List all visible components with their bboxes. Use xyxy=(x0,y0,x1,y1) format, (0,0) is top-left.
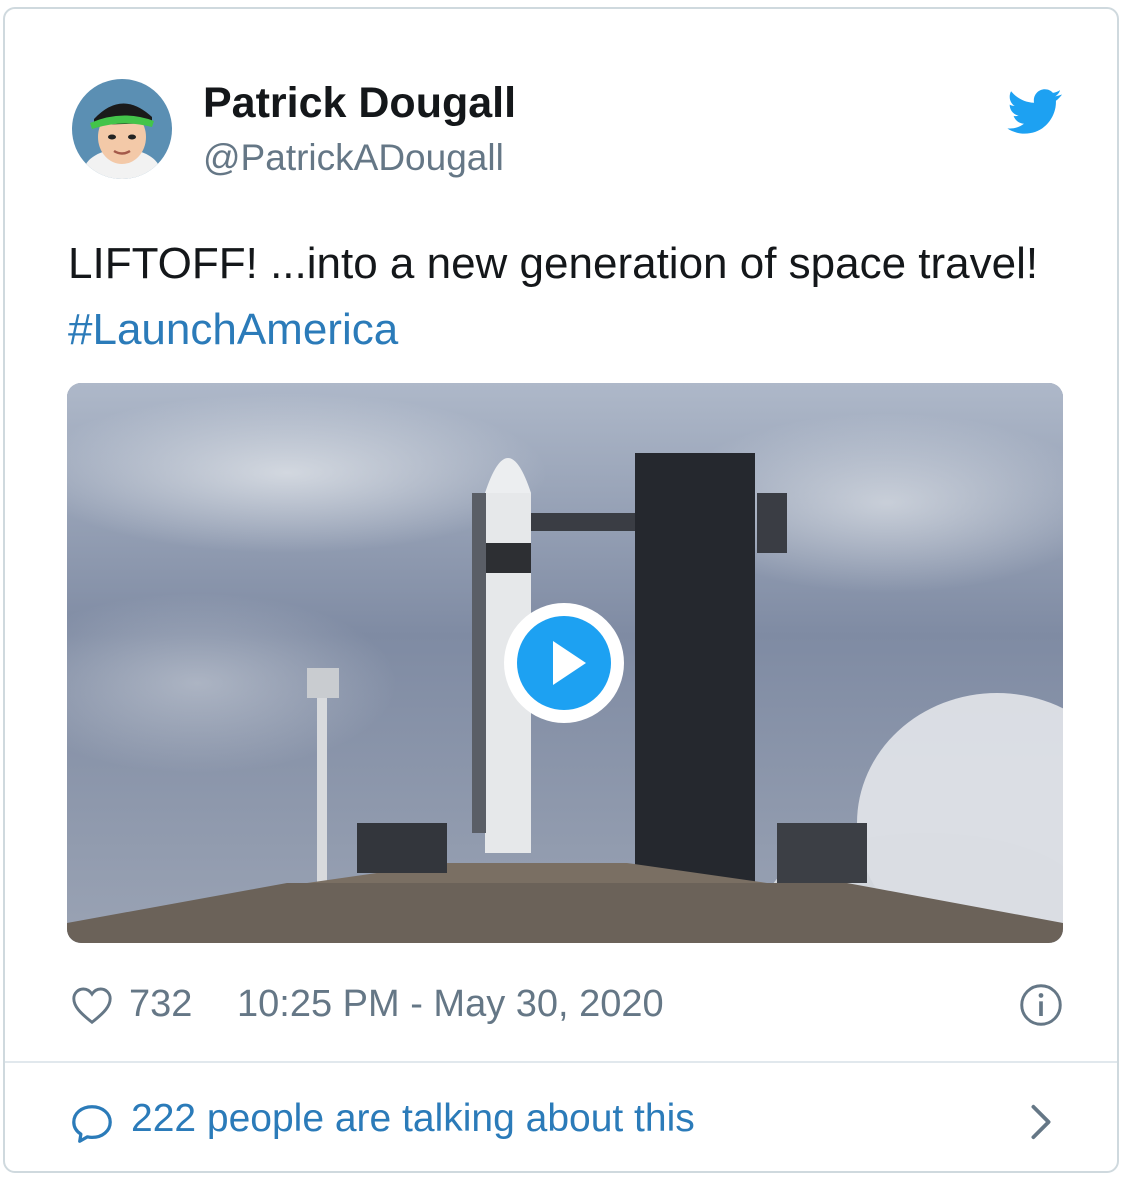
info-icon[interactable] xyxy=(1019,983,1063,1027)
conversation-label[interactable]: 222 people are talking about this xyxy=(131,1097,695,1141)
chevron-right-icon[interactable] xyxy=(1029,1103,1053,1141)
conversation-link[interactable]: 222 people are talking about this xyxy=(69,1097,1059,1147)
avatar-image xyxy=(72,79,172,179)
tweet-timestamp[interactable]: 10:25 PM - May 30, 2020 xyxy=(237,983,664,1026)
like-count[interactable]: 732 xyxy=(129,983,192,1026)
author-handle[interactable]: @PatrickADougall xyxy=(203,137,504,179)
play-button[interactable] xyxy=(504,603,624,723)
avatar[interactable] xyxy=(72,79,172,179)
tweet-meta: 732 10:25 PM - May 30, 2020 xyxy=(69,979,1065,1029)
tweet-text: LIFTOFF! ...into a new generation of spa… xyxy=(68,231,1068,363)
comment-bubble-icon xyxy=(72,1105,112,1143)
play-icon xyxy=(510,609,618,717)
divider xyxy=(5,1061,1117,1063)
twitter-bird-icon[interactable] xyxy=(1007,89,1063,135)
heart-icon[interactable] xyxy=(69,985,115,1025)
hashtag-link[interactable]: #LaunchAmerica xyxy=(68,305,398,354)
video-media[interactable] xyxy=(67,383,1063,943)
tweet-body: LIFTOFF! ...into a new generation of spa… xyxy=(68,239,1039,288)
author-name[interactable]: Patrick Dougall xyxy=(203,79,516,128)
tweet-card: Patrick Dougall @PatrickADougall LIFTOFF… xyxy=(3,7,1119,1173)
